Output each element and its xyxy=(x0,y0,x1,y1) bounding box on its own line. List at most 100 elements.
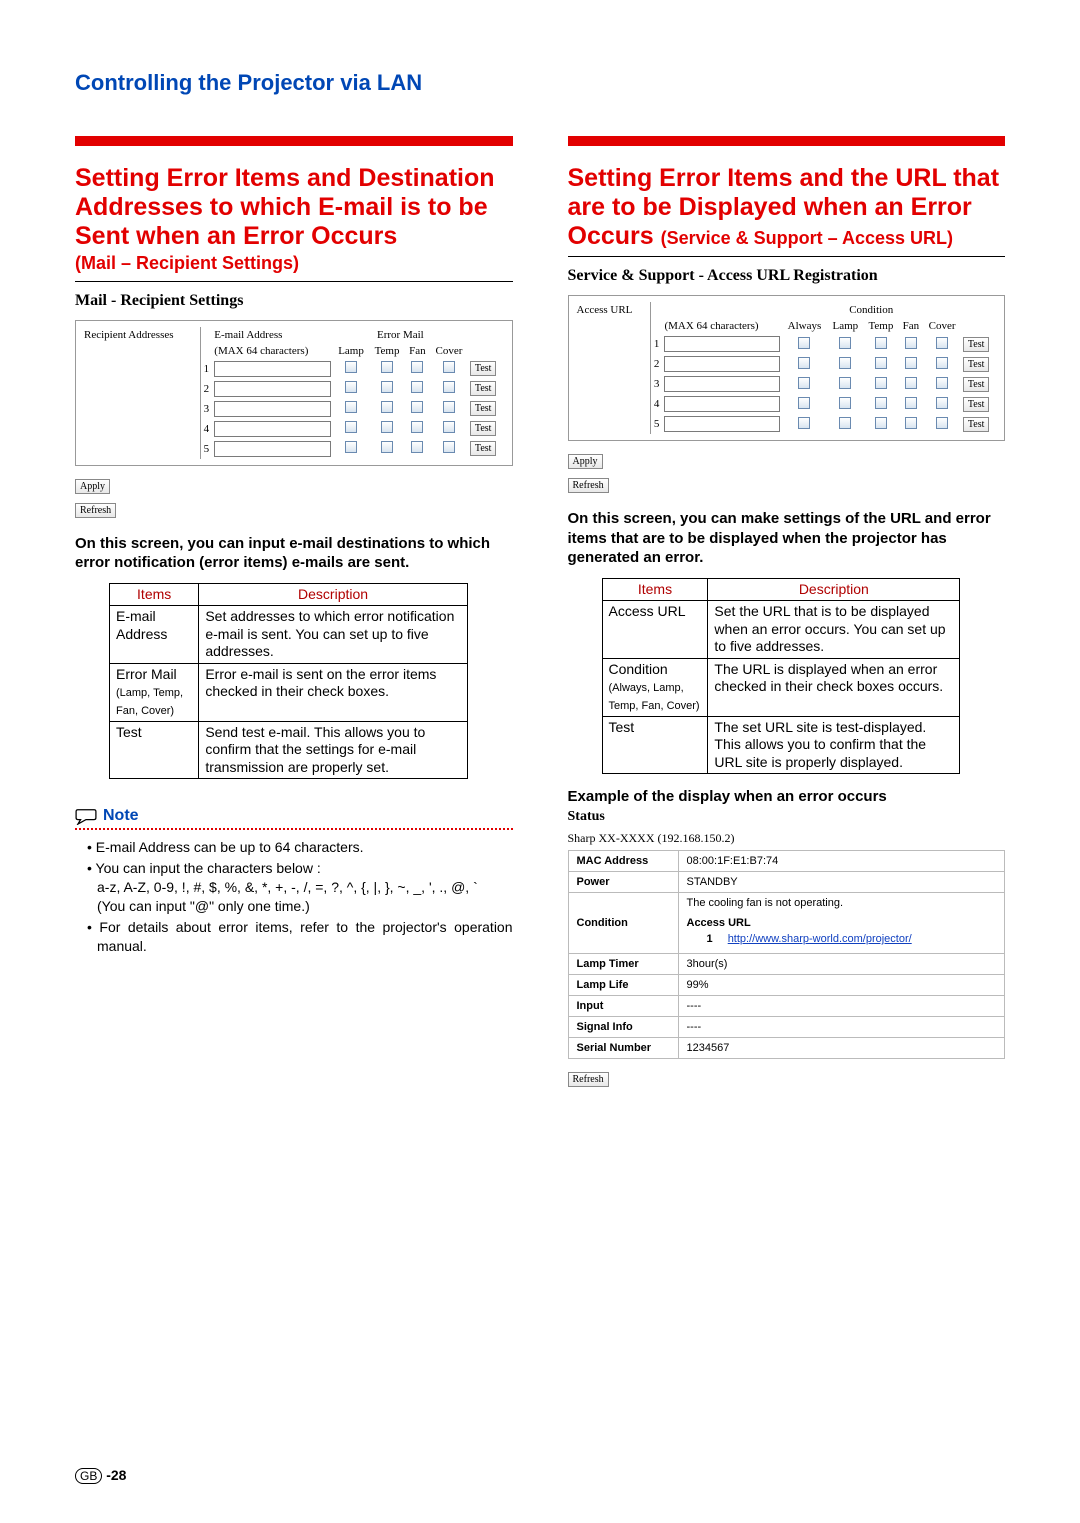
checkbox[interactable] xyxy=(839,357,851,369)
checkbox[interactable] xyxy=(905,357,917,369)
checkbox[interactable] xyxy=(936,337,948,349)
checkbox[interactable] xyxy=(875,417,887,429)
status-label: MAC Address xyxy=(568,851,678,872)
col-fan: Fan xyxy=(898,318,923,334)
row-num: 4 xyxy=(200,419,212,439)
page-title: Controlling the Projector via LAN xyxy=(75,70,1005,96)
refresh-button[interactable]: Refresh xyxy=(568,1072,609,1087)
errormail-header: Error Mail xyxy=(333,327,468,343)
test-button[interactable]: Test xyxy=(963,357,990,372)
test-button[interactable]: Test xyxy=(470,401,497,416)
recipient-header: Recipient Addresses xyxy=(82,327,200,459)
checkbox[interactable] xyxy=(905,377,917,389)
checkbox[interactable] xyxy=(839,417,851,429)
status-label: Power xyxy=(568,872,678,893)
td-item: Test xyxy=(110,721,199,779)
checkbox[interactable] xyxy=(345,441,357,453)
url-input[interactable] xyxy=(664,376,779,392)
email-input[interactable] xyxy=(214,381,331,397)
col-lamp: Lamp xyxy=(827,318,863,334)
test-button[interactable]: Test xyxy=(470,381,497,396)
test-button[interactable]: Test xyxy=(470,441,497,456)
checkbox[interactable] xyxy=(411,441,423,453)
status-header-line: Sharp XX-XXXX (192.168.150.2) xyxy=(568,831,1006,846)
checkbox[interactable] xyxy=(936,397,948,409)
url-input[interactable] xyxy=(664,416,779,432)
url-input[interactable] xyxy=(664,356,779,372)
checkbox[interactable] xyxy=(875,397,887,409)
apply-button[interactable]: Apply xyxy=(75,479,110,494)
checkbox[interactable] xyxy=(345,401,357,413)
max-chars-note: (MAX 64 characters) xyxy=(212,343,333,359)
checkbox[interactable] xyxy=(381,421,393,433)
condition-header: Condition xyxy=(782,302,961,318)
checkbox[interactable] xyxy=(798,357,810,369)
checkbox[interactable] xyxy=(345,381,357,393)
checkbox[interactable] xyxy=(798,377,810,389)
checkbox[interactable] xyxy=(345,361,357,373)
checkbox[interactable] xyxy=(905,417,917,429)
status-value: The cooling fan is not operating. Access… xyxy=(678,893,1005,954)
checkbox[interactable] xyxy=(905,337,917,349)
checkbox[interactable] xyxy=(839,337,851,349)
email-header: E-mail Address xyxy=(212,327,333,343)
checkbox[interactable] xyxy=(345,421,357,433)
apply-button[interactable]: Apply xyxy=(568,454,603,469)
checkbox[interactable] xyxy=(443,401,455,413)
checkbox[interactable] xyxy=(875,357,887,369)
checkbox[interactable] xyxy=(798,417,810,429)
test-button[interactable]: Test xyxy=(963,417,990,432)
checkbox[interactable] xyxy=(839,397,851,409)
checkbox[interactable] xyxy=(936,377,948,389)
checkbox[interactable] xyxy=(411,401,423,413)
status-title: Status xyxy=(568,809,1006,825)
row-num: 5 xyxy=(200,439,212,459)
url-input[interactable] xyxy=(664,396,779,412)
right-column: Setting Error Items and the URL that are… xyxy=(568,136,1006,1087)
checkbox[interactable] xyxy=(381,441,393,453)
checkbox[interactable] xyxy=(381,361,393,373)
checkbox[interactable] xyxy=(411,361,423,373)
access-url-link[interactable]: http://www.sharp-world.com/projector/ xyxy=(728,933,912,945)
td-item: Condition (Always, Lamp, Temp, Fan, Cove… xyxy=(602,658,708,716)
note-item: E-mail Address can be up to 64 character… xyxy=(87,838,513,857)
url-panel-title: Service & Support - Access URL Registrat… xyxy=(568,267,1006,285)
checkbox[interactable] xyxy=(381,401,393,413)
refresh-button[interactable]: Refresh xyxy=(568,478,609,493)
test-button[interactable]: Test xyxy=(963,397,990,412)
checkbox[interactable] xyxy=(936,417,948,429)
checkbox[interactable] xyxy=(411,381,423,393)
checkbox[interactable] xyxy=(381,381,393,393)
checkbox[interactable] xyxy=(798,337,810,349)
example-heading: Example of the display when an error occ… xyxy=(568,788,1006,805)
test-button[interactable]: Test xyxy=(470,361,497,376)
test-button[interactable]: Test xyxy=(963,377,990,392)
checkbox[interactable] xyxy=(936,357,948,369)
left-subheading: (Mail – Recipient Settings) xyxy=(75,252,513,275)
checkbox[interactable] xyxy=(443,421,455,433)
checkbox[interactable] xyxy=(905,397,917,409)
th-desc: Description xyxy=(708,578,960,601)
test-button[interactable]: Test xyxy=(470,421,497,436)
right-paragraph: On this screen, you can make settings of… xyxy=(568,509,1006,568)
refresh-button[interactable]: Refresh xyxy=(75,503,116,518)
checkbox[interactable] xyxy=(443,361,455,373)
td-desc: The set URL site is test-displayed. This… xyxy=(708,716,960,774)
checkbox[interactable] xyxy=(839,377,851,389)
checkbox[interactable] xyxy=(798,397,810,409)
url-panel: Access URL Condition (MAX 64 characters)… xyxy=(568,295,1006,441)
test-button[interactable]: Test xyxy=(963,337,990,352)
note-list: E-mail Address can be up to 64 character… xyxy=(75,838,513,955)
checkbox[interactable] xyxy=(443,441,455,453)
checkbox[interactable] xyxy=(875,337,887,349)
checkbox[interactable] xyxy=(443,381,455,393)
checkbox[interactable] xyxy=(411,421,423,433)
email-input[interactable] xyxy=(214,441,331,457)
row-num: 4 xyxy=(650,394,662,414)
url-input[interactable] xyxy=(664,336,779,352)
email-input[interactable] xyxy=(214,421,331,437)
email-input[interactable] xyxy=(214,401,331,417)
checkbox[interactable] xyxy=(875,377,887,389)
email-input[interactable] xyxy=(214,361,331,377)
left-paragraph: On this screen, you can input e-mail des… xyxy=(75,534,513,573)
